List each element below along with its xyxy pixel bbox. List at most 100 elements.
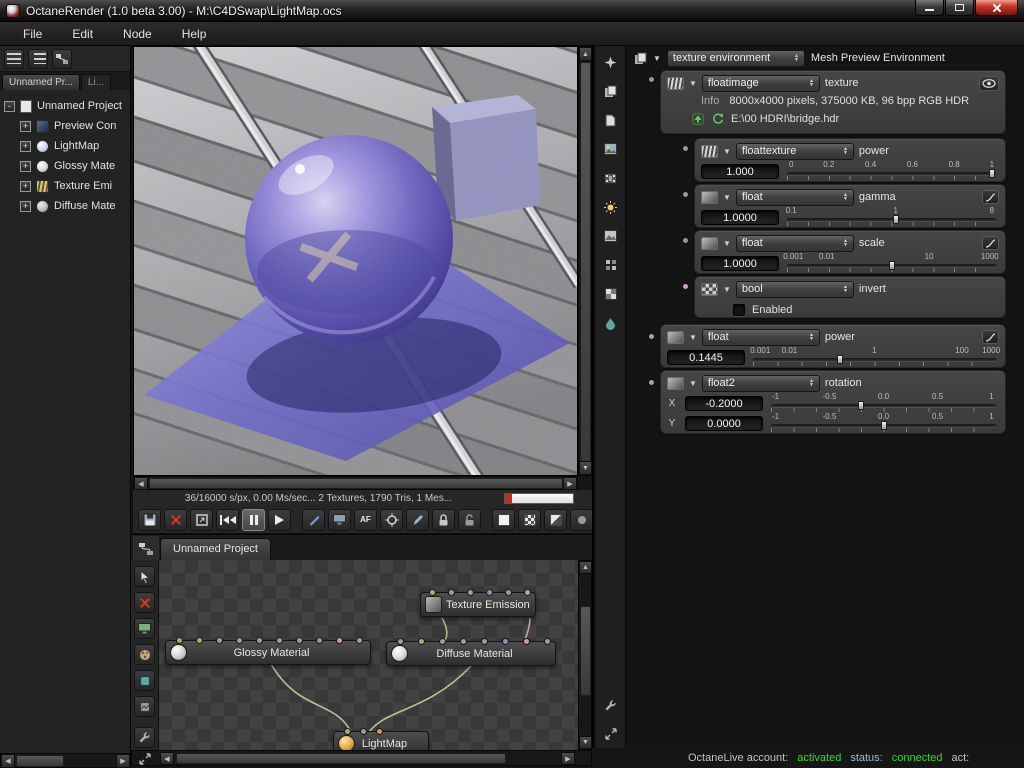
port[interactable] — [523, 638, 530, 645]
grid-icon[interactable] — [600, 255, 622, 275]
render-target-strip-icon[interactable] — [600, 52, 622, 72]
scroll-right-icon[interactable]: ▶ — [116, 754, 130, 768]
slider-thumb[interactable] — [858, 400, 864, 410]
env-power-value-input[interactable]: 0.1445 — [667, 350, 745, 365]
port[interactable] — [544, 638, 551, 645]
document-icon[interactable] — [600, 110, 622, 130]
close-button[interactable] — [975, 0, 1018, 16]
node-glossy-material[interactable]: Glossy Material — [165, 637, 371, 665]
env-power-slider[interactable]: 0.001 0.01 1 100 1000 — [750, 346, 1000, 368]
spinner-icon[interactable]: ▲ ▼ — [809, 79, 814, 88]
slider-thumb[interactable] — [888, 261, 895, 270]
pin-dot[interactable] — [682, 191, 689, 198]
spinner-icon[interactable]: ▲ ▼ — [809, 379, 814, 388]
focus-picker-button[interactable] — [380, 508, 403, 531]
port[interactable] — [276, 637, 283, 644]
camera-lock-button[interactable] — [432, 508, 455, 531]
port[interactable] — [256, 637, 263, 644]
scroll-down-icon[interactable]: ▼ — [579, 736, 592, 749]
pin-dot[interactable] — [682, 283, 689, 290]
tree-item-texture-emission[interactable]: + Texture Emi — [0, 176, 130, 196]
slider-track[interactable] — [787, 218, 996, 221]
power-value-input[interactable]: 1.000 — [701, 164, 779, 179]
port[interactable] — [486, 589, 493, 596]
port[interactable] — [376, 728, 383, 735]
slider-thumb[interactable] — [837, 355, 844, 364]
render-region-button[interactable] — [302, 508, 325, 531]
save-image-button[interactable] — [138, 508, 161, 531]
collapse-arrow-icon[interactable]: ▼ — [689, 333, 697, 342]
background-checker-button[interactable] — [518, 508, 541, 531]
list-view-icon[interactable] — [28, 48, 48, 69]
spinner-icon[interactable]: ▲ ▼ — [809, 333, 814, 342]
node-lightmap[interactable]: LightMap — [333, 728, 429, 750]
settings-wrench-icon[interactable] — [134, 727, 155, 748]
node-type-dropdown[interactable]: float ▲ ▼ — [701, 328, 820, 346]
expand-panel-icon[interactable] — [134, 752, 156, 765]
node-type-dropdown[interactable]: float ▲ ▼ — [735, 234, 854, 252]
spinner-icon[interactable]: ▲ ▼ — [843, 239, 848, 248]
image-icon[interactable] — [600, 139, 622, 159]
port[interactable] — [316, 637, 323, 644]
resume-render-button[interactable] — [268, 508, 291, 531]
rotation-x-input[interactable]: -0.2000 — [685, 395, 763, 411]
gamma-value-input[interactable]: 1.0000 — [701, 210, 779, 225]
port[interactable] — [176, 637, 183, 644]
scale-slider[interactable]: 0.001 0.01 10 1000 — [783, 252, 999, 274]
layers-icon[interactable] — [600, 81, 622, 101]
sun-icon[interactable] — [600, 197, 622, 217]
preview-eye-button[interactable] — [979, 75, 999, 91]
port[interactable] — [467, 589, 474, 596]
subsample-display-button[interactable] — [328, 508, 351, 531]
node-type-dropdown[interactable]: floattexture ▲ ▼ — [735, 142, 854, 160]
scroll-thumb[interactable] — [176, 753, 506, 764]
port[interactable] — [236, 637, 243, 644]
droplet-icon[interactable] — [600, 313, 622, 333]
slider-track[interactable] — [787, 172, 996, 175]
title-bar[interactable]: OctaneRender (1.0 beta 3.00) - M:\C4DSwa… — [0, 0, 1024, 22]
slider-thumb[interactable] — [892, 215, 899, 224]
port[interactable] — [356, 637, 363, 644]
node-graph-tab[interactable]: Unnamed Project — [160, 538, 271, 561]
response-curve-button[interactable] — [982, 236, 999, 250]
power-slider[interactable]: 0 0.2 0.4 0.6 0.8 1 — [787, 160, 996, 182]
node-diffuse-material[interactable]: Diffuse Material — [386, 638, 556, 666]
rotation-y-slider[interactable]: -1 -0.5 0.0 0.5 1 — [771, 412, 996, 434]
scroll-left-icon[interactable]: ◀ — [1, 754, 15, 768]
tab-livedb[interactable]: Li... — [80, 74, 112, 90]
nodegraph-hscrollbar[interactable]: ◀ ▶ — [131, 750, 592, 766]
tree-root-row[interactable]: - Unnamed Project — [0, 96, 130, 116]
menu-file[interactable]: File — [8, 22, 57, 46]
collapse-arrow-icon[interactable]: ▼ — [723, 239, 731, 248]
node-type-dropdown[interactable]: bool ▲ ▼ — [735, 280, 854, 298]
viewport-vscrollbar[interactable]: ▲ ▼ — [578, 46, 592, 476]
port[interactable] — [216, 637, 223, 644]
port[interactable] — [505, 589, 512, 596]
pin-dot[interactable] — [648, 379, 655, 386]
tree-item-glossy-material[interactable]: + Glossy Mate — [0, 156, 130, 176]
expand-panel-icon[interactable] — [600, 724, 622, 744]
fit-viewport-button[interactable] — [190, 508, 213, 531]
scroll-thumb[interactable] — [16, 755, 64, 767]
gamma-slider[interactable]: 0.1 1 8 — [786, 206, 996, 228]
response-curve-button[interactable] — [982, 330, 999, 344]
restart-render-button[interactable] — [216, 508, 239, 531]
white-balance-picker-button[interactable] — [406, 508, 429, 531]
autofocus-button[interactable]: AF — [354, 508, 377, 531]
pin-dot[interactable] — [648, 333, 655, 340]
collapse-arrow-icon[interactable]: ▼ — [723, 193, 731, 202]
spinner-icon[interactable]: ▲ ▼ — [794, 54, 799, 63]
response-curve-button[interactable] — [982, 190, 999, 204]
port[interactable] — [460, 638, 467, 645]
collapse-arrow-icon[interactable]: ▼ — [723, 147, 731, 156]
scroll-thumb[interactable] — [580, 606, 591, 696]
cursor-tool-button[interactable] — [134, 566, 155, 587]
node-type-dropdown[interactable]: floatimage ▲ ▼ — [701, 74, 820, 92]
port[interactable] — [439, 638, 446, 645]
collapse-minus-icon[interactable]: - — [4, 100, 15, 112]
scroll-up-icon[interactable]: ▲ — [579, 47, 592, 61]
slider-thumb[interactable] — [988, 169, 995, 178]
material-palette-button[interactable] — [134, 644, 155, 665]
collapse-arrow-icon[interactable]: ▼ — [689, 79, 697, 88]
import-file-icon[interactable] — [691, 112, 705, 126]
